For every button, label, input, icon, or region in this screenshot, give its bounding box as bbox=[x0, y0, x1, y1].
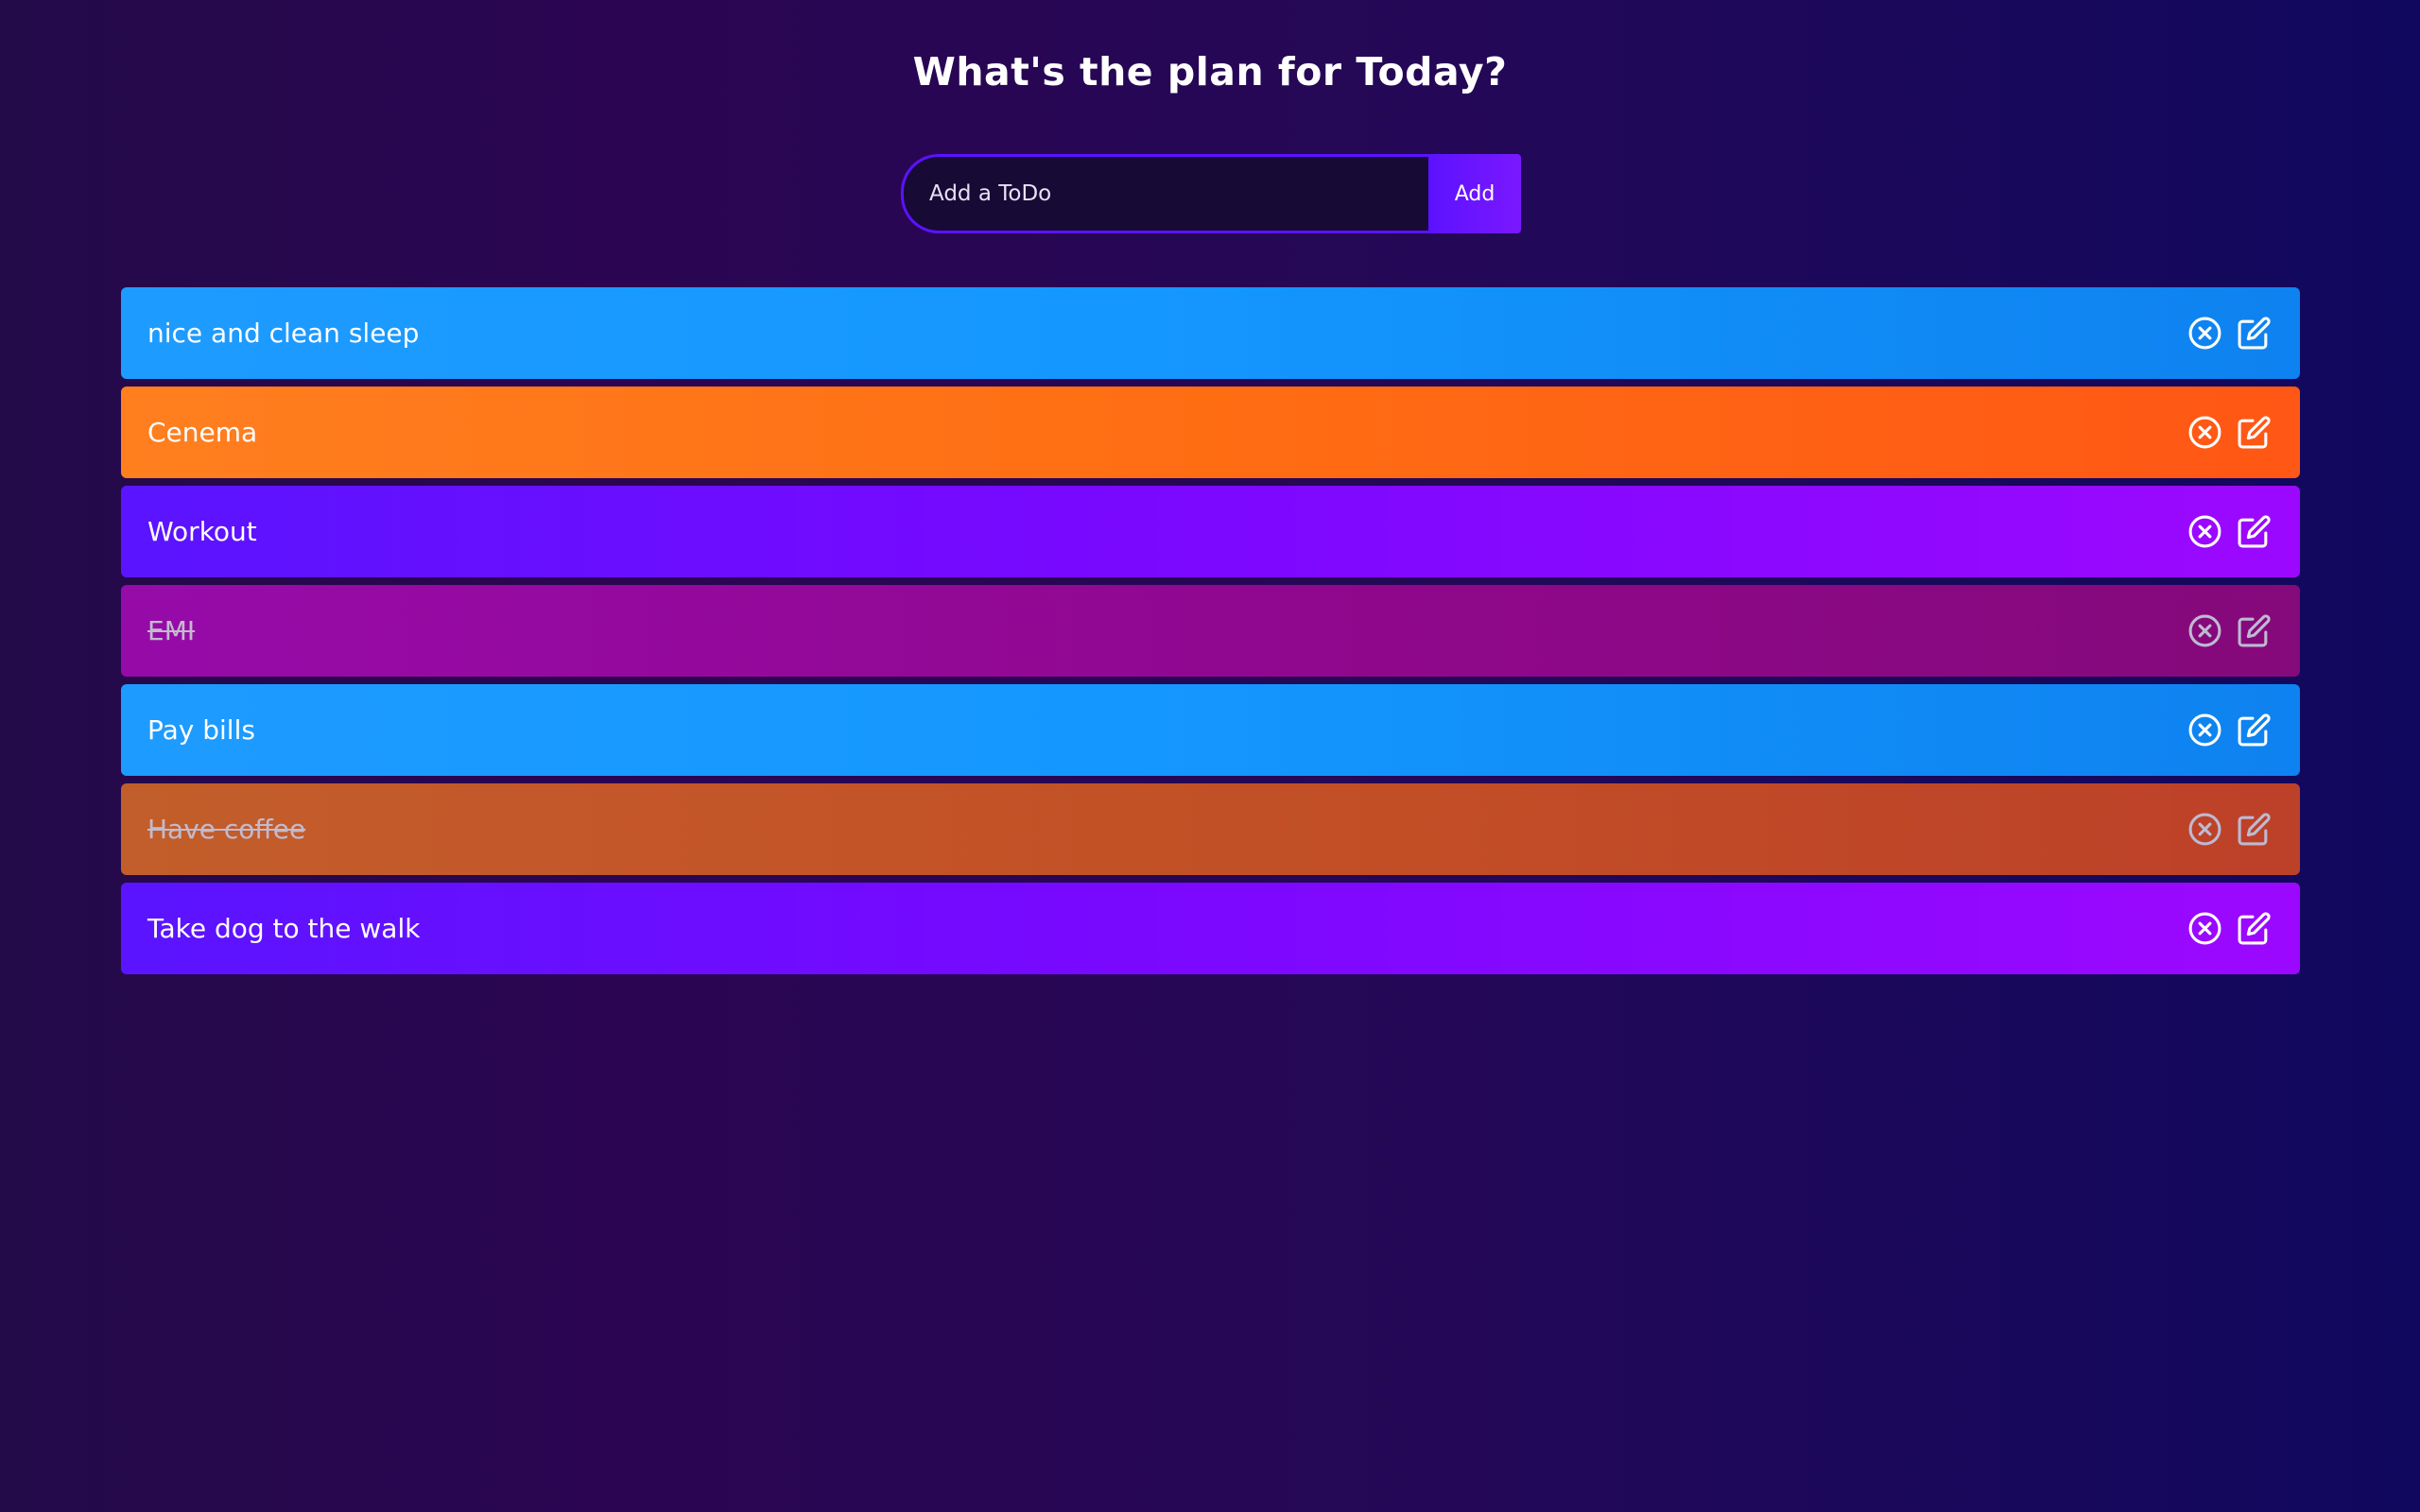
close-circle-icon[interactable] bbox=[2187, 812, 2222, 847]
close-circle-icon[interactable] bbox=[2187, 713, 2222, 747]
todo-row: Take dog to the walk bbox=[121, 883, 2300, 974]
todo-app: What's the plan for Today? Add nice and … bbox=[0, 0, 2420, 1512]
todo-row: Have coffee bbox=[121, 783, 2300, 875]
todo-input[interactable] bbox=[901, 154, 1428, 233]
todo-row: EMI bbox=[121, 585, 2300, 677]
todo-text[interactable]: nice and clean sleep bbox=[147, 318, 419, 349]
todo-text[interactable]: Pay bills bbox=[147, 714, 255, 746]
edit-icon[interactable] bbox=[2237, 316, 2272, 351]
todo-actions bbox=[2187, 316, 2272, 351]
todo-row: Workout bbox=[121, 486, 2300, 577]
todo-actions bbox=[2187, 911, 2272, 946]
edit-icon[interactable] bbox=[2237, 415, 2272, 450]
todo-row: Pay bills bbox=[121, 684, 2300, 776]
edit-icon[interactable] bbox=[2237, 514, 2272, 549]
todo-text[interactable]: Workout bbox=[147, 516, 257, 547]
todo-text[interactable]: EMI bbox=[147, 615, 195, 646]
page-title: What's the plan for Today? bbox=[912, 49, 1508, 94]
edit-icon[interactable] bbox=[2237, 713, 2272, 747]
edit-icon[interactable] bbox=[2237, 613, 2272, 648]
todo-actions bbox=[2187, 415, 2272, 450]
todo-text[interactable]: Take dog to the walk bbox=[147, 913, 420, 944]
close-circle-icon[interactable] bbox=[2187, 415, 2222, 450]
todo-text[interactable]: Cenema bbox=[147, 417, 257, 448]
todo-row: Cenema bbox=[121, 387, 2300, 478]
edit-icon[interactable] bbox=[2237, 911, 2272, 946]
todo-actions bbox=[2187, 514, 2272, 549]
todo-actions bbox=[2187, 812, 2272, 847]
close-circle-icon[interactable] bbox=[2187, 514, 2222, 549]
todo-text[interactable]: Have coffee bbox=[147, 814, 305, 845]
close-circle-icon[interactable] bbox=[2187, 316, 2222, 351]
close-circle-icon[interactable] bbox=[2187, 911, 2222, 946]
todo-form: Add bbox=[901, 154, 1521, 233]
close-circle-icon[interactable] bbox=[2187, 613, 2222, 648]
edit-icon[interactable] bbox=[2237, 812, 2272, 847]
todo-list: nice and clean sleep Cenema Workout EMI … bbox=[121, 287, 2300, 982]
todo-row: nice and clean sleep bbox=[121, 287, 2300, 379]
add-button[interactable]: Add bbox=[1428, 154, 1521, 233]
todo-actions bbox=[2187, 713, 2272, 747]
todo-actions bbox=[2187, 613, 2272, 648]
